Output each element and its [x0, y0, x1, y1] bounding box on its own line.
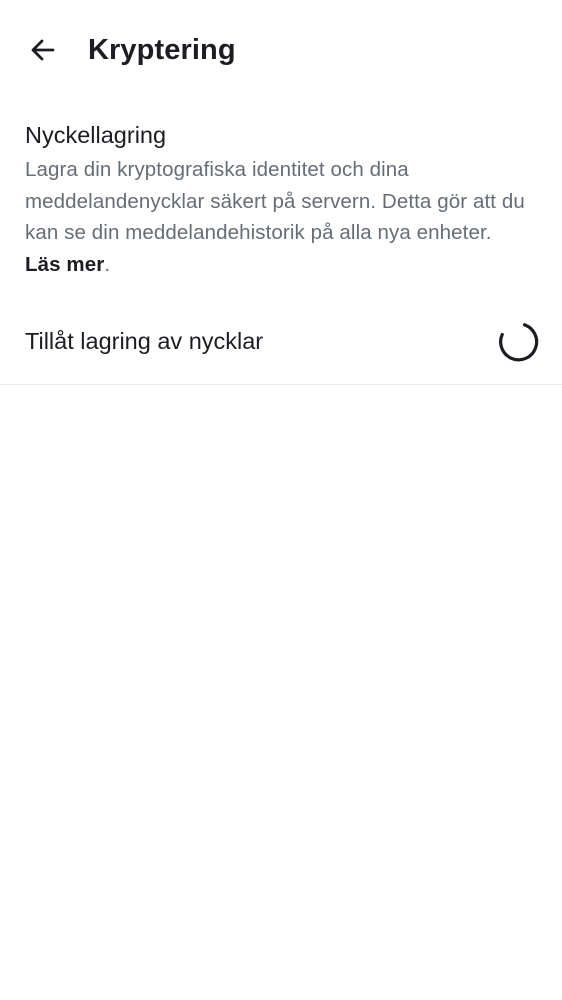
- description-text: Lagra din kryptografiska identitet och d…: [25, 158, 525, 244]
- key-storage-section: Nyckellagring Lagra din kryptografiska i…: [25, 119, 525, 280]
- learn-more-link[interactable]: Läs mer: [25, 253, 104, 276]
- description-period: .: [104, 252, 111, 276]
- section-description: Lagra din kryptografiska identitet och d…: [25, 154, 525, 280]
- allow-key-storage-label: Tillåt lagring av nycklar: [25, 328, 264, 354]
- arrow-left-icon: [29, 36, 57, 64]
- section-title: Nyckellagring: [25, 122, 167, 148]
- back-button[interactable]: [19, 26, 67, 74]
- loading-spinner-icon: [497, 320, 541, 364]
- allow-key-storage-row[interactable]: Tillåt lagring av nycklar: [0, 300, 562, 384]
- divider: [0, 384, 562, 385]
- page-title: Kryptering: [88, 34, 236, 66]
- top-app-bar: Kryptering: [0, 0, 562, 100]
